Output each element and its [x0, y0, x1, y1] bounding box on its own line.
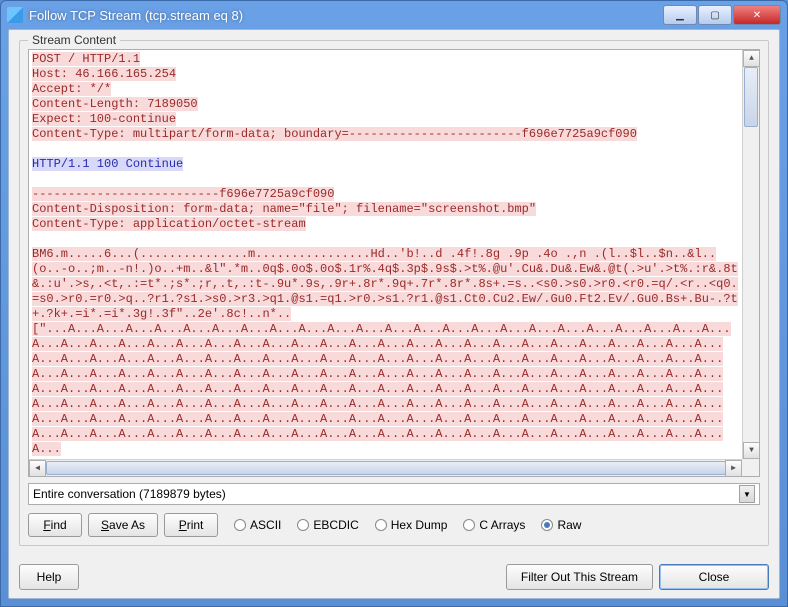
scroll-left-icon[interactable]: ◀ [29, 460, 46, 477]
radio-carrays[interactable]: C Arrays [463, 518, 525, 532]
radio-hexdump[interactable]: Hex Dump [375, 518, 448, 532]
bottom-bar: Help Filter Out This Stream Close [19, 564, 769, 590]
stream-text[interactable]: POST / HTTP/1.1 Host: 46.166.165.254 Acc… [29, 50, 742, 459]
close-dialog-button[interactable]: Close [659, 564, 769, 590]
print-button[interactable]: Print [164, 513, 218, 537]
client-area: Stream Content POST / HTTP/1.1 Host: 46.… [8, 29, 780, 599]
scroll-right-icon[interactable]: ▶ [725, 460, 742, 477]
stream-request-segment: POST / HTTP/1.1 Host: 46.166.165.254 Acc… [32, 52, 637, 141]
radio-raw[interactable]: Raw [541, 518, 581, 532]
window-title: Follow TCP Stream (tcp.stream eq 8) [29, 8, 243, 23]
radio-ascii[interactable]: ASCII [234, 518, 281, 532]
scroll-down-icon[interactable]: ▼ [743, 442, 760, 459]
fieldset-legend: Stream Content [28, 33, 120, 47]
stream-request-segment-2: --------------------------f696e7725a9cf0… [32, 187, 738, 321]
hscroll-thumb[interactable] [46, 461, 726, 475]
stream-toolbar: Find Save As Print ASCII EBCDIC Hex Dump… [28, 513, 760, 537]
conversation-select[interactable]: Entire conversation (7189879 bytes) ▼ [28, 483, 760, 505]
titlebar[interactable]: Follow TCP Stream (tcp.stream eq 8) ▁ ▢ … [1, 1, 787, 29]
maximize-button[interactable]: ▢ [698, 5, 732, 25]
stream-response-segment: HTTP/1.1 100 Continue [32, 157, 183, 171]
conversation-select-label: Entire conversation (7189879 bytes) [33, 487, 226, 501]
vertical-scrollbar[interactable]: ▲ ▼ [742, 50, 759, 459]
close-button[interactable]: ✕ [733, 5, 781, 25]
find-button[interactable]: Find [28, 513, 82, 537]
scroll-thumb[interactable] [744, 67, 758, 127]
window-frame: Follow TCP Stream (tcp.stream eq 8) ▁ ▢ … [0, 0, 788, 607]
chevron-down-icon[interactable]: ▼ [739, 485, 755, 503]
stream-content-fieldset: Stream Content POST / HTTP/1.1 Host: 46.… [19, 40, 769, 546]
scroll-up-icon[interactable]: ▲ [743, 50, 760, 67]
help-button[interactable]: Help [19, 564, 79, 590]
radio-ebcdic[interactable]: EBCDIC [297, 518, 358, 532]
window-controls: ▁ ▢ ✕ [662, 5, 781, 25]
stream-textbox[interactable]: POST / HTTP/1.1 Host: 46.166.165.254 Acc… [28, 49, 760, 477]
wireshark-icon [7, 7, 23, 23]
minimize-button[interactable]: ▁ [663, 5, 697, 25]
scroll-corner [742, 459, 759, 476]
stream-request-segment-3: ["...A...A...A...A...A...A...A...A...A..… [32, 322, 731, 456]
horizontal-scrollbar[interactable]: ◀ ▶ [29, 459, 742, 476]
filter-out-button[interactable]: Filter Out This Stream [506, 564, 653, 590]
save-as-button[interactable]: Save As [88, 513, 158, 537]
